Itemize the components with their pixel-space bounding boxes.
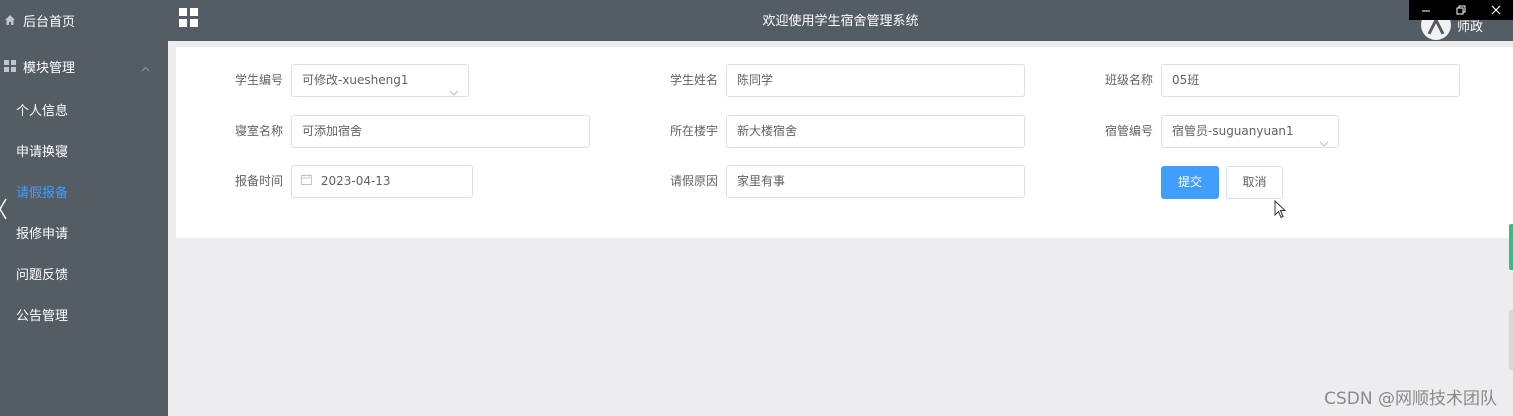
sidebar-item-feedback[interactable]: 问题反馈 bbox=[0, 253, 168, 293]
manager-no-value: 宿管员-suguanyuan1 bbox=[1172, 124, 1294, 138]
building-input[interactable]: 新大楼宿舍 bbox=[726, 115, 1025, 148]
close-icon[interactable] bbox=[1478, 0, 1513, 20]
leave-report-form: 学生编号 可修改-xuesheng1 学生姓名 陈同学 班级名称 05班 寝室名… bbox=[176, 47, 1513, 238]
chevron-up-icon bbox=[141, 61, 150, 76]
sidebar-item-label: 模块管理 bbox=[23, 60, 76, 76]
room-name-value: 可添加宿舍 bbox=[302, 124, 363, 138]
scrollbar-thumb[interactable] bbox=[1509, 224, 1513, 270]
header: 欢迎使用学生宿舍管理系统 师政 bbox=[168, 0, 1513, 41]
minimize-icon[interactable] bbox=[1409, 0, 1444, 20]
sidebar-item-label: 申请换寝 bbox=[16, 144, 69, 160]
student-no-select[interactable]: 可修改-xuesheng1 bbox=[291, 64, 469, 97]
report-time-datepicker[interactable]: 2023-04-13 bbox=[291, 165, 473, 198]
restore-icon[interactable] bbox=[1444, 0, 1479, 20]
chevron-left-icon[interactable] bbox=[0, 198, 8, 223]
page-title: 欢迎使用学生宿舍管理系统 bbox=[762, 14, 919, 29]
leave-reason-input[interactable]: 家里有事 bbox=[726, 165, 1025, 198]
student-name-input[interactable]: 陈同学 bbox=[726, 64, 1025, 97]
class-name-label: 班级名称 bbox=[1105, 73, 1154, 87]
student-no-value: 可修改-xuesheng1 bbox=[302, 73, 409, 87]
sidebar-item-room-change[interactable]: 申请换寝 bbox=[0, 130, 168, 170]
leave-reason-value: 家里有事 bbox=[737, 174, 786, 188]
home-icon bbox=[4, 14, 16, 26]
sidebar: 后台首页 模块管理 个人信息 申请换寝 请假报备 报修申请 问题反馈 公告管理 bbox=[0, 0, 168, 416]
sidebar-item-module[interactable]: 模块管理 bbox=[0, 46, 168, 86]
manager-no-label: 宿管编号 bbox=[1105, 124, 1154, 138]
chevron-down-icon bbox=[1319, 128, 1329, 159]
report-time-label: 报备时间 bbox=[235, 174, 284, 188]
manager-no-select[interactable]: 宿管员-suguanyuan1 bbox=[1161, 115, 1339, 148]
building-value: 新大楼宿舍 bbox=[737, 124, 798, 138]
submit-button[interactable]: 提交 bbox=[1161, 166, 1219, 199]
cancel-button[interactable]: 取消 bbox=[1226, 166, 1283, 199]
student-name-label: 学生姓名 bbox=[670, 73, 719, 87]
leave-reason-label: 请假原因 bbox=[670, 174, 719, 188]
sidebar-item-label: 个人信息 bbox=[16, 103, 69, 119]
watermark: CSDN @网顺技术团队 bbox=[1324, 389, 1497, 409]
class-name-value: 05班 bbox=[1172, 73, 1200, 87]
student-name-value: 陈同学 bbox=[737, 73, 774, 87]
scrollbar-track bbox=[1509, 310, 1513, 370]
class-name-input[interactable]: 05班 bbox=[1161, 64, 1460, 97]
window-controls bbox=[1409, 0, 1513, 20]
report-time-value: 2023-04-13 bbox=[320, 174, 391, 188]
sidebar-item-label: 请假报备 bbox=[16, 185, 69, 201]
sidebar-item-home[interactable]: 后台首页 bbox=[0, 0, 168, 40]
chevron-down-icon bbox=[449, 77, 459, 108]
sidebar-item-label: 后台首页 bbox=[23, 14, 76, 30]
sidebar-item-label: 公告管理 bbox=[16, 308, 69, 324]
sidebar-item-notice[interactable]: 公告管理 bbox=[0, 294, 168, 334]
sidebar-item-label: 问题反馈 bbox=[16, 267, 69, 283]
sidebar-item-personal-info[interactable]: 个人信息 bbox=[0, 89, 168, 129]
calendar-icon bbox=[301, 166, 312, 197]
room-name-label: 寝室名称 bbox=[235, 124, 284, 138]
grid-icon bbox=[4, 60, 16, 72]
building-label: 所在楼宇 bbox=[670, 124, 719, 138]
sidebar-item-leave-report[interactable]: 请假报备 bbox=[0, 171, 168, 211]
sidebar-item-label: 报修申请 bbox=[16, 226, 69, 242]
student-no-label: 学生编号 bbox=[235, 73, 284, 87]
sidebar-item-repair[interactable]: 报修申请 bbox=[0, 212, 168, 252]
room-name-input[interactable]: 可添加宿舍 bbox=[291, 115, 590, 148]
mouse-cursor-icon bbox=[1274, 199, 1287, 222]
